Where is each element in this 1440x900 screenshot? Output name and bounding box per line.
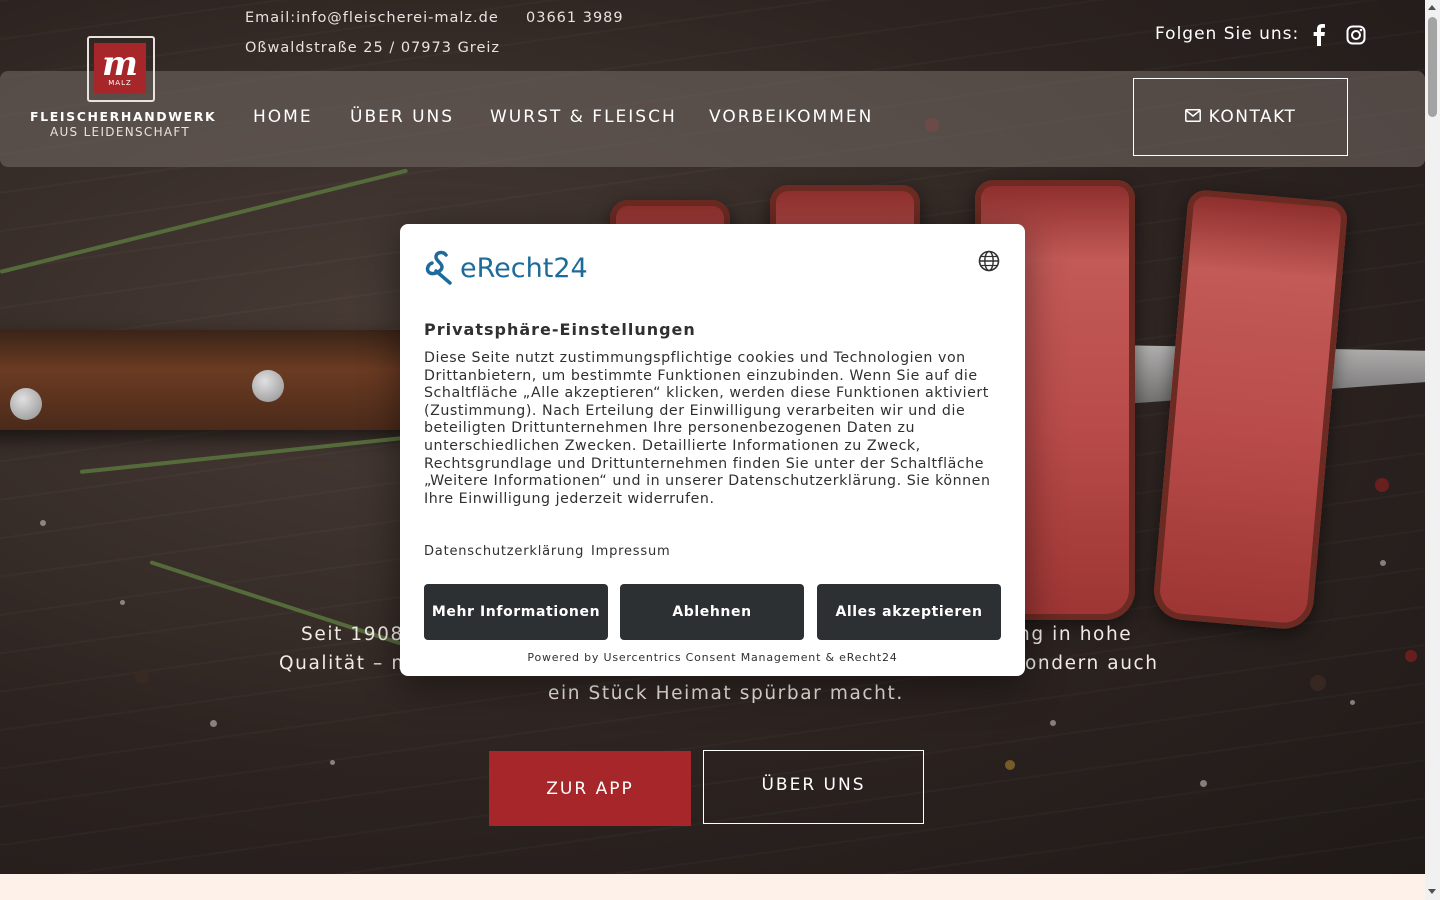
- follow-label: Folgen Sie uns:: [1155, 24, 1300, 44]
- logo-tagline: AUS LEIDENSCHAFT: [49, 125, 191, 139]
- privacy-policy-link[interactable]: Datenschutzerklärung: [424, 544, 584, 559]
- consent-title: Privatsphäre-Einstellungen: [424, 320, 696, 339]
- logo-mark: m MALZ: [94, 43, 146, 93]
- globe-icon[interactable]: [978, 250, 1000, 272]
- logo-title: FLEISCHERHANDWERK: [30, 109, 217, 124]
- knife-handle-image: [0, 330, 450, 430]
- hero-text-line1-right: ng in hohe: [1018, 624, 1133, 645]
- instagram-icon[interactable]: [1343, 22, 1369, 48]
- erecht24-logo: eRecht24: [424, 248, 588, 288]
- powered-by-text: Powered by Usercentrics Consent Manageme…: [527, 651, 898, 664]
- scroll-down-arrow-icon[interactable]: [1428, 889, 1436, 894]
- hero-text-line2-left: Qualität – m: [279, 653, 411, 674]
- nav-wurst-fleisch[interactable]: WURST & FLEISCH: [490, 107, 677, 127]
- site-logo[interactable]: m MALZ FLEISCHERHANDWERK AUS LEIDENSCHAF…: [30, 34, 217, 144]
- ueber-uns-button[interactable]: ÜBER UNS: [703, 750, 924, 824]
- address-text: Oßwaldstraße 25 / 07973 Greiz: [245, 40, 501, 56]
- facebook-icon[interactable]: [1306, 22, 1332, 48]
- consent-dialog: eRecht24 Privatsphäre-Einstellungen Dies…: [400, 224, 1025, 676]
- nav-home[interactable]: HOME: [253, 107, 313, 127]
- rivet: [10, 388, 42, 420]
- hero-text-line2-right: ondern auch: [1025, 653, 1159, 674]
- page-scrollbar[interactable]: [1425, 0, 1440, 900]
- scroll-up-arrow-icon[interactable]: [1428, 5, 1436, 10]
- zur-app-button[interactable]: ZUR APP: [489, 751, 691, 826]
- envelope-icon: [1184, 107, 1201, 127]
- email-link[interactable]: Email:info@fleischerei-malz.de: [245, 10, 499, 26]
- nav-vorbeikommen[interactable]: VORBEIKOMMEN: [709, 107, 873, 127]
- scroll-thumb[interactable]: [1428, 17, 1437, 117]
- contact-button[interactable]: KONTAKT: [1133, 78, 1348, 156]
- erecht24-wordmark: eRecht24: [460, 252, 588, 284]
- decline-button[interactable]: Ablehnen: [620, 584, 804, 640]
- erecht24-ampersand-icon: [425, 250, 452, 285]
- imprint-link[interactable]: Impressum: [591, 544, 670, 559]
- rivet: [252, 370, 284, 402]
- more-information-button[interactable]: Mehr Informationen: [424, 584, 608, 640]
- logo-mark-sub: MALZ: [108, 79, 132, 87]
- consent-body-text: Diese Seite nutzt zustimmungspflichtige …: [424, 350, 991, 507]
- phone-link[interactable]: 03661 3989: [526, 10, 624, 26]
- accept-all-button[interactable]: Alles akzeptieren: [817, 584, 1001, 640]
- hero-text-line1-left: Seit 1908: [301, 624, 404, 645]
- hero-text-line3: ein Stück Heimat spürbar macht.: [548, 683, 904, 704]
- nav-ueber-uns[interactable]: ÜBER UNS: [350, 107, 454, 127]
- logo-letter: m: [102, 44, 138, 84]
- contact-label: KONTAKT: [1208, 107, 1297, 127]
